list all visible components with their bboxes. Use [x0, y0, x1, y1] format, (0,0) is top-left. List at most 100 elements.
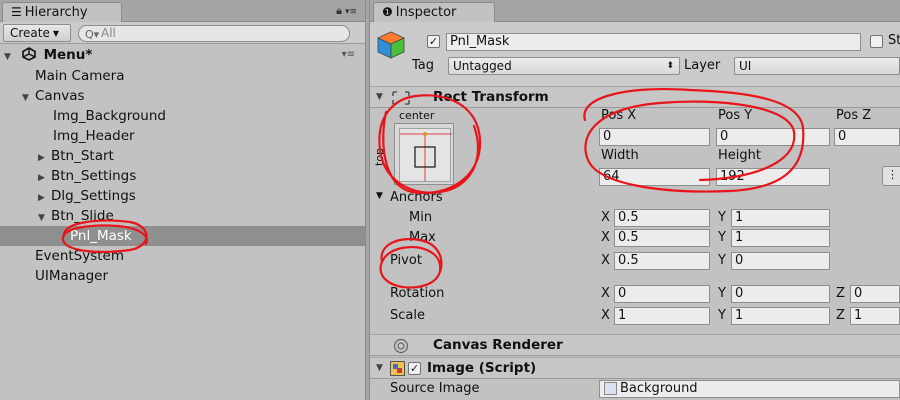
pos-z-label: Pos Z [836, 108, 872, 123]
fold-closed-icon: ▶ [38, 173, 45, 183]
fold-open-icon: ▼ [4, 52, 11, 62]
layer-label: Layer [684, 58, 721, 73]
list-item[interactable]: Img_Background [53, 106, 166, 126]
pos-z-field[interactable]: 0 [834, 128, 900, 146]
tag-dropdown[interactable]: Untagged ⬍ [448, 57, 680, 75]
anchor-max-label: Max [409, 230, 436, 245]
static-checkbox[interactable] [870, 35, 883, 48]
pivot-x-field[interactable]: 0.5 [614, 252, 710, 270]
rotation-y-field[interactable]: 0 [731, 285, 830, 303]
list-item[interactable]: ▼ Btn_Slide [38, 206, 114, 226]
tab-hierarchy[interactable]: ☰ Hierarchy [2, 2, 122, 23]
object-header: ✓ Pnl_Mask St Tag Untagged ⬍ Layer UI [370, 22, 900, 87]
pos-y-label: Pos Y [718, 108, 753, 123]
list-item[interactable]: EventSystem [35, 246, 124, 266]
width-label: Width [601, 148, 639, 163]
scale-label: Scale [390, 308, 425, 323]
y-axis-label: Y [718, 286, 726, 301]
fold-open-icon[interactable]: ▼ [376, 191, 383, 201]
x-axis-label: X [601, 308, 610, 323]
list-item[interactable]: UIManager [35, 266, 108, 286]
rotation-x-field[interactable]: 0 [614, 285, 710, 303]
anchor-max-y-field[interactable]: 1 [731, 229, 830, 247]
fold-open-icon: ▼ [38, 213, 45, 223]
pivot-y-field[interactable]: 0 [731, 252, 830, 270]
list-item-selected[interactable]: Pnl_Mask [70, 226, 132, 246]
rotation-z-field[interactable]: 0 [850, 285, 900, 303]
anchor-preset-preview [399, 128, 452, 182]
scale-z-field[interactable]: 1 [850, 307, 900, 325]
anchor-preset-v-label: top [373, 147, 386, 166]
anchor-min-x-field[interactable]: 0.5 [614, 209, 710, 227]
list-item[interactable]: ▶ Btn_Start [38, 146, 114, 166]
pivot-label: Pivot [390, 253, 422, 268]
pos-y-field[interactable]: 0 [716, 128, 830, 146]
image-enabled-checkbox[interactable]: ✓ [408, 362, 421, 375]
fold-closed-icon: ▶ [38, 153, 45, 163]
width-field[interactable]: 64 [599, 168, 710, 186]
canvas-renderer-header[interactable]: Canvas Renderer [370, 334, 900, 356]
list-item[interactable]: Main Camera [35, 66, 125, 86]
chevron-down-icon: ▼ [52, 29, 60, 38]
canvas-renderer-icon [393, 338, 409, 354]
x-axis-label: X [601, 230, 610, 245]
inspector-panel: ❶ Inspector ✓ Pnl_Mask St Tag Untagged ⬍ L… [370, 0, 900, 400]
list-item[interactable]: ▶ Dlg_Settings [38, 186, 136, 206]
rotation-label: Rotation [390, 286, 445, 301]
list-icon: ☰ [11, 5, 22, 19]
y-axis-label: Y [718, 308, 726, 323]
anchor-max-x-field[interactable]: 0.5 [614, 229, 710, 247]
search-icon: Q▾ [85, 28, 100, 41]
layer-dropdown[interactable]: UI [734, 57, 900, 75]
fold-open-icon: ▼ [22, 93, 29, 103]
lock-icon[interactable]: 🔒︎ ▾≡ [336, 4, 357, 18]
anchors-label[interactable]: Anchors [390, 190, 443, 205]
hierarchy-tabbar: ☰ Hierarchy 🔒︎ ▾≡ [0, 0, 365, 23]
scene-menu-icon[interactable]: ▾≡ [342, 44, 355, 66]
selected-row-highlight[interactable] [0, 226, 365, 246]
image-component-icon [390, 361, 405, 376]
source-image-field[interactable]: Background [599, 380, 900, 398]
y-axis-label: Y [718, 210, 726, 225]
x-axis-label: X [601, 253, 610, 268]
search-input[interactable]: Q▾ All [78, 25, 350, 42]
scale-x-field[interactable]: 1 [614, 307, 710, 325]
scale-y-field[interactable]: 1 [731, 307, 830, 325]
y-axis-label: Y [718, 253, 726, 268]
hierarchy-toolbar: Create ▼ Q▾ All [0, 22, 365, 44]
fold-open-icon: ▼ [376, 92, 383, 102]
list-item[interactable]: ▼ Canvas [22, 86, 85, 106]
source-image-label: Source Image [390, 381, 480, 396]
tag-label: Tag [412, 58, 435, 73]
anchor-min-y-field[interactable]: 1 [731, 209, 830, 227]
anchor-presets-button[interactable] [394, 123, 454, 185]
fold-open-icon: ▼ [376, 363, 383, 373]
height-field[interactable]: 192 [716, 168, 830, 186]
z-axis-label: Z [836, 308, 845, 323]
hierarchy-panel: ☰ Hierarchy 🔒︎ ▾≡ Create ▼ Q▾ All ▼ Menu* ▾… [0, 0, 365, 400]
list-item[interactable]: Img_Header [53, 126, 135, 146]
active-checkbox[interactable]: ✓ [427, 35, 440, 48]
pos-x-label: Pos X [601, 108, 637, 123]
anchor-min-label: Min [409, 210, 433, 225]
rect-transform-icon [392, 91, 410, 105]
pos-x-field[interactable]: 0 [599, 128, 710, 146]
updown-icon: ⬍ [666, 61, 674, 71]
tab-inspector[interactable]: ❶ Inspector [373, 2, 495, 23]
y-axis-label: Y [718, 230, 726, 245]
object-name-field[interactable]: Pnl_Mask [446, 33, 861, 51]
x-axis-label: X [601, 286, 610, 301]
inspector-tabbar: ❶ Inspector [370, 0, 900, 23]
x-axis-label: X [601, 210, 610, 225]
info-icon: ❶ [382, 5, 393, 19]
create-dropdown[interactable]: Create ▼ [3, 24, 71, 42]
rect-transform-header[interactable]: ▼ Rect Transform [370, 86, 900, 108]
list-item[interactable]: ▶ Btn_Settings [38, 166, 136, 186]
anchor-preset-graphic [400, 132, 452, 181]
static-label: St [888, 33, 900, 48]
scene-row-menu[interactable]: ▼ Menu* ▾≡ [0, 44, 365, 66]
image-script-header[interactable]: ▼ ✓ Image (Script) [370, 357, 900, 379]
z-axis-label: Z [836, 286, 845, 301]
height-label: Height [718, 148, 761, 163]
blueprint-mode-button[interactable]: ⋮ [882, 166, 900, 186]
